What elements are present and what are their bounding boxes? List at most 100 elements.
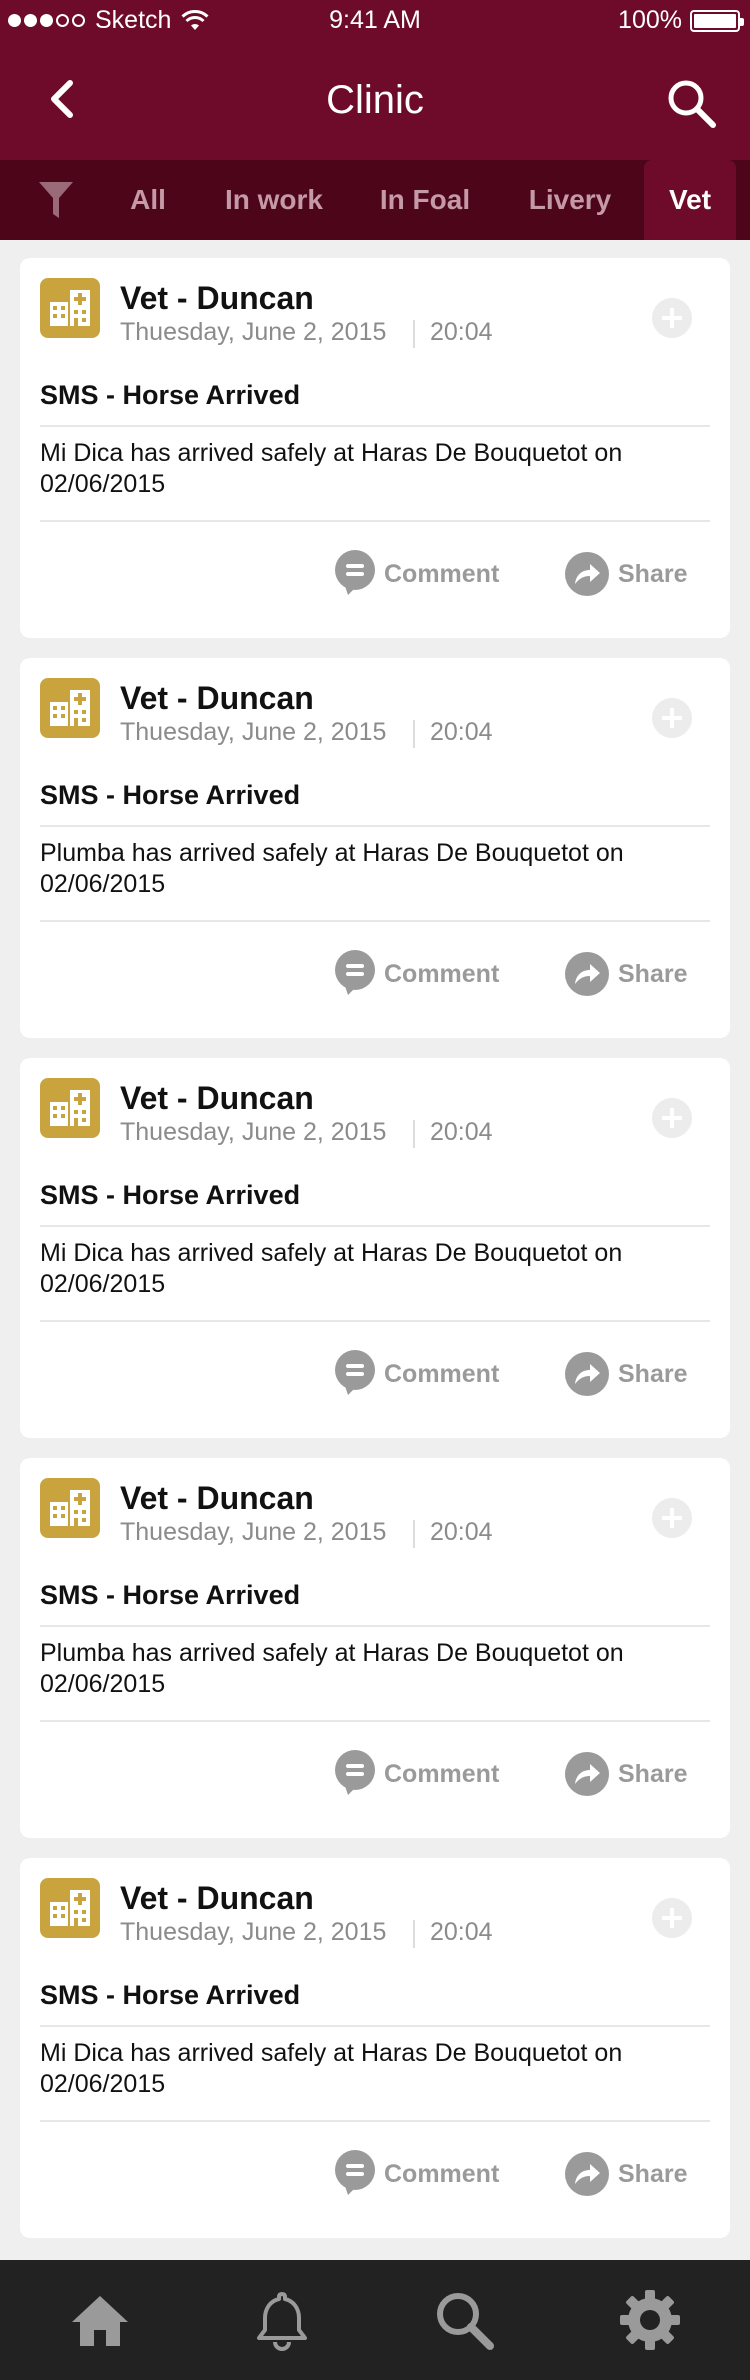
date-time-divider — [413, 720, 415, 748]
hospital-icon — [40, 278, 100, 338]
card-body: Plumba has arrived safely at Haras De Bo… — [40, 1639, 624, 1698]
comment-label: Comment — [384, 1759, 500, 1788]
search-icon[interactable] — [664, 76, 718, 130]
comment-icon — [335, 1750, 375, 1795]
message-card: Vet - Duncan Thuesday, June 2, 2015 20:0… — [20, 258, 730, 638]
card-title: Vet - Duncan — [120, 1880, 314, 1916]
navigation-bar: Clinic — [0, 40, 750, 160]
card-body: Mi Dica has arrived safely at Haras De B… — [40, 1239, 623, 1298]
divider — [40, 2120, 710, 2122]
card-subject: SMS - Horse Arrived — [40, 1980, 301, 2010]
share-button[interactable]: Share — [564, 548, 687, 600]
tab-in-foal[interactable]: In Foal — [370, 160, 480, 240]
card-title: Vet - Duncan — [120, 680, 314, 716]
battery-icon — [690, 9, 744, 32]
card-subject: SMS - Horse Arrived — [40, 1180, 301, 1210]
card-subject: SMS - Horse Arrived — [40, 380, 301, 410]
comment-button[interactable]: Comment — [334, 1348, 499, 1400]
comment-icon — [335, 950, 375, 995]
tab-vet[interactable]: Vet — [644, 160, 736, 240]
tab-in-work[interactable]: In work — [214, 160, 334, 240]
message-feed: Vet - Duncan Thuesday, June 2, 2015 20:0… — [20, 258, 730, 2258]
share-icon — [565, 552, 609, 596]
card-date: Thuesday, June 2, 2015 — [120, 318, 387, 346]
card-body: Plumba has arrived safely at Haras De Bo… — [40, 839, 624, 898]
hospital-icon — [40, 1478, 100, 1538]
divider — [40, 1720, 710, 1722]
divider — [40, 425, 710, 427]
hospital-icon — [40, 678, 100, 738]
comment-icon — [335, 1350, 375, 1395]
date-time-divider — [413, 1920, 415, 1948]
share-button[interactable]: Share — [564, 1748, 687, 1800]
hospital-icon — [40, 1078, 100, 1138]
share-label: Share — [618, 2159, 688, 2188]
battery-percentage: 100% — [618, 6, 682, 34]
bell-icon[interactable] — [250, 2288, 314, 2352]
message-card: Vet - Duncan Thuesday, June 2, 2015 20:0… — [20, 1058, 730, 1438]
card-date: Thuesday, June 2, 2015 — [120, 1918, 387, 1946]
date-time-divider — [413, 1520, 415, 1548]
divider — [40, 1320, 710, 1322]
status-right: 100% — [618, 6, 744, 35]
card-date: Thuesday, June 2, 2015 — [120, 718, 387, 746]
card-time: 20:04 — [430, 718, 493, 746]
share-label: Share — [618, 1759, 688, 1788]
divider — [40, 520, 710, 522]
divider — [40, 920, 710, 922]
share-button[interactable]: Share — [564, 948, 687, 1000]
share-label: Share — [618, 559, 688, 588]
share-label: Share — [618, 959, 688, 988]
comment-icon — [335, 550, 375, 595]
comment-label: Comment — [384, 559, 500, 588]
card-date: Thuesday, June 2, 2015 — [120, 1518, 387, 1546]
card-body: Mi Dica has arrived safely at Haras De B… — [40, 2039, 623, 2098]
divider — [40, 1225, 710, 1227]
tab-livery[interactable]: Livery — [520, 160, 620, 240]
add-icon[interactable] — [652, 1098, 692, 1138]
add-icon[interactable] — [652, 698, 692, 738]
divider — [40, 825, 710, 827]
filter-tabs: All In work In Foal Livery Vet — [0, 160, 750, 240]
comment-button[interactable]: Comment — [334, 948, 499, 1000]
comment-label: Comment — [384, 1359, 500, 1388]
share-label: Share — [618, 1359, 688, 1388]
hospital-icon — [40, 1878, 100, 1938]
status-bar: Sketch 9:41 AM 100% — [0, 0, 750, 40]
divider — [40, 2025, 710, 2027]
add-icon[interactable] — [652, 298, 692, 338]
bottom-tab-bar — [0, 2260, 750, 2380]
share-icon — [565, 952, 609, 996]
filter-icon[interactable] — [36, 178, 76, 222]
home-icon[interactable] — [68, 2288, 132, 2352]
message-card: Vet - Duncan Thuesday, June 2, 2015 20:0… — [20, 1458, 730, 1838]
card-title: Vet - Duncan — [120, 280, 314, 316]
comment-label: Comment — [384, 959, 500, 988]
share-button[interactable]: Share — [564, 2148, 687, 2200]
page-title: Clinic — [326, 78, 424, 122]
tab-all[interactable]: All — [118, 160, 178, 240]
divider — [40, 1625, 710, 1627]
add-icon[interactable] — [652, 1898, 692, 1938]
card-subject: SMS - Horse Arrived — [40, 780, 301, 810]
share-icon — [565, 1352, 609, 1396]
share-icon — [565, 1752, 609, 1796]
card-title: Vet - Duncan — [120, 1480, 314, 1516]
comment-label: Comment — [384, 2159, 500, 2188]
card-body: Mi Dica has arrived safely at Haras De B… — [40, 439, 623, 498]
share-button[interactable]: Share — [564, 1348, 687, 1400]
battery-level — [694, 13, 736, 28]
chevron-left-icon[interactable] — [40, 75, 88, 123]
search-icon[interactable] — [432, 2288, 496, 2352]
gear-icon[interactable] — [618, 2288, 682, 2352]
date-time-divider — [413, 320, 415, 348]
comment-button[interactable]: Comment — [334, 548, 499, 600]
card-time: 20:04 — [430, 318, 493, 346]
app-header: Sketch 9:41 AM 100% Clinic — [0, 0, 750, 160]
comment-button[interactable]: Comment — [334, 1748, 499, 1800]
comment-icon — [335, 2150, 375, 2195]
card-time: 20:04 — [430, 1518, 493, 1546]
message-card: Vet - Duncan Thuesday, June 2, 2015 20:0… — [20, 1858, 730, 2238]
add-icon[interactable] — [652, 1498, 692, 1538]
comment-button[interactable]: Comment — [334, 2148, 499, 2200]
